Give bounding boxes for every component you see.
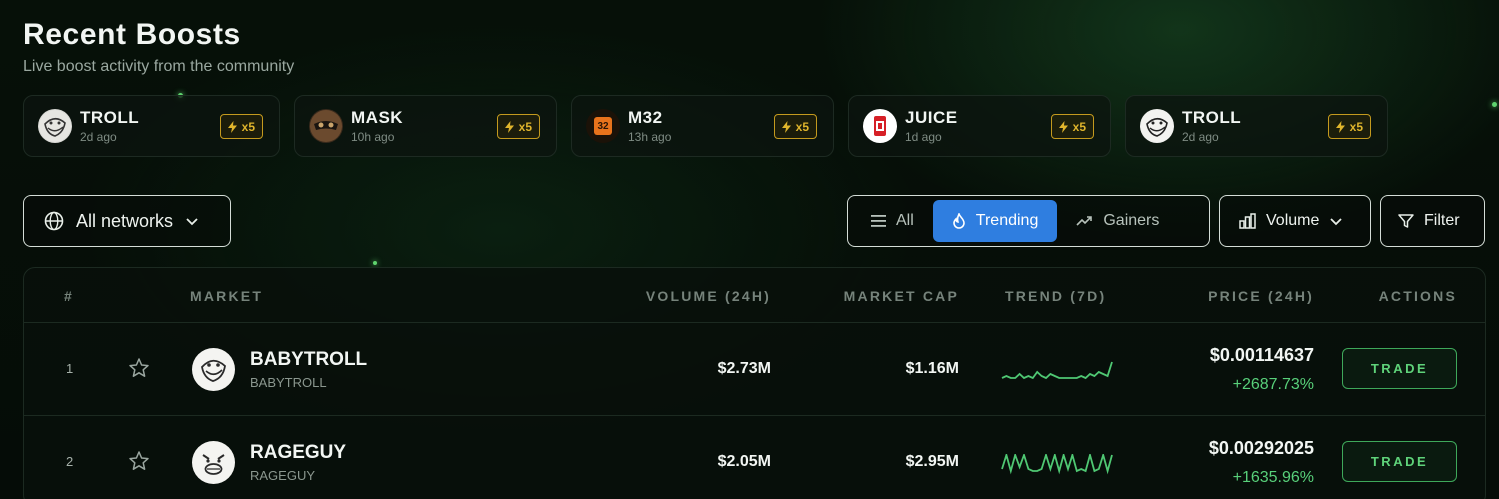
boost-time: 1d ago (905, 130, 942, 144)
trending-up-icon (1076, 216, 1093, 226)
column-header-actions: ACTIONS (1378, 288, 1457, 304)
lightning-icon (227, 120, 237, 133)
page-subtitle: Live boost activity from the community (23, 58, 295, 75)
tab-trending[interactable]: Trending (932, 200, 1058, 242)
column-header-market-cap[interactable]: MARKET CAP (844, 288, 959, 304)
boost-symbol: M32 (628, 108, 663, 127)
glow-dot (373, 261, 377, 265)
boost-symbol: TROLL (1182, 108, 1242, 127)
sort-selector-label: Volume (1266, 212, 1320, 229)
boost-symbol: MASK (351, 108, 404, 127)
table-header: # MARKET VOLUME (24H) MARKET CAP TREND (… (24, 268, 1485, 323)
controls-bar: All networks All Trending Gainers Volume… (23, 195, 1485, 247)
boost-time: 13h ago (628, 130, 672, 144)
price-value: $0.00292025 (1208, 438, 1314, 458)
tab-trending-label: Trending (975, 212, 1039, 229)
boost-symbol: TROLL (80, 108, 140, 127)
boost-multiplier: x5 (241, 119, 255, 134)
trade-button[interactable]: TRADE (1342, 348, 1457, 389)
sort-selector[interactable]: Volume (1219, 195, 1371, 247)
m32-icon-text: 32 (594, 117, 612, 135)
market-cap-value: $1.16M (905, 360, 959, 377)
troll-face-icon (1140, 109, 1174, 143)
avatar (192, 441, 235, 484)
boost-multiplier-badge: x5 (219, 114, 263, 139)
markets-table: # MARKET VOLUME (24H) MARKET CAP TREND (… (23, 267, 1486, 499)
network-selector[interactable]: All networks (23, 195, 231, 247)
mask-icon (309, 109, 343, 143)
boost-symbol: JUICE (905, 108, 958, 127)
chevron-down-icon (186, 218, 198, 226)
boost-multiplier: x5 (1349, 119, 1363, 134)
lightning-icon (1058, 120, 1068, 133)
boost-card-mask[interactable]: MASK 10h ago x5 (294, 95, 557, 157)
column-header-trend: TREND (7D) (1005, 288, 1107, 304)
globe-icon (44, 211, 64, 231)
row-rank: 1 (66, 361, 74, 376)
price-change: +1635.96% (1232, 469, 1314, 486)
filter-icon (1398, 214, 1414, 228)
recent-boosts-strip: TROLL 2d ago x5 MASK 10h ago x5 32 M32 1… (23, 95, 1388, 157)
view-tabs: All Trending Gainers (847, 195, 1210, 247)
column-header-market: MARKET (190, 288, 264, 304)
boost-time: 2d ago (1182, 130, 1219, 144)
volume-value: $2.05M (717, 453, 771, 470)
lightning-icon (1335, 120, 1345, 133)
boost-multiplier-badge: x5 (1327, 114, 1371, 139)
column-header-price[interactable]: PRICE (24H) (1208, 288, 1314, 304)
table-row[interactable]: 2 RAGEGUY RAGEGUY $2.05M $2.95M $0.00292… (24, 416, 1485, 499)
boost-multiplier: x5 (518, 119, 532, 134)
bar-chart-icon (1239, 213, 1256, 229)
column-header-volume[interactable]: VOLUME (24H) (646, 288, 771, 304)
table-row[interactable]: 1 BABYTROLL BABYTROLL $2.73M $1.16M $0.0… (24, 323, 1485, 416)
market-name[interactable]: BABYTROLL (250, 349, 367, 371)
tab-all-label: All (896, 212, 914, 229)
chevron-down-icon (1330, 218, 1343, 226)
flame-icon (952, 213, 965, 229)
boost-multiplier-badge: x5 (496, 114, 540, 139)
boost-card-troll-2[interactable]: TROLL 2d ago x5 (1125, 95, 1388, 157)
avatar (192, 348, 235, 391)
boost-multiplier-badge: x5 (773, 114, 817, 139)
star-icon[interactable] (128, 450, 150, 477)
boost-multiplier: x5 (1072, 119, 1086, 134)
m32-icon: 32 (586, 109, 620, 143)
boost-card-m32[interactable]: 32 M32 13h ago x5 (571, 95, 834, 157)
tab-gainers[interactable]: Gainers (1057, 200, 1178, 242)
price-value: $0.00114637 (1209, 345, 1314, 365)
market-symbol: RAGEGUY (250, 468, 316, 483)
row-rank: 2 (66, 454, 74, 469)
list-icon (871, 215, 886, 227)
tab-gainers-label: Gainers (1103, 212, 1160, 229)
troll-face-icon (38, 109, 72, 143)
boost-time: 10h ago (351, 130, 395, 144)
trend-sparkline (1001, 454, 1113, 475)
lightning-icon (504, 120, 514, 133)
filter-button[interactable]: Filter (1380, 195, 1485, 247)
column-header-rank: # (64, 288, 74, 304)
filter-button-label: Filter (1424, 212, 1460, 229)
juice-can-icon (863, 109, 897, 143)
trade-button[interactable]: TRADE (1342, 441, 1457, 482)
star-icon[interactable] (128, 357, 150, 384)
boost-time: 2d ago (80, 130, 117, 144)
boost-multiplier: x5 (795, 119, 809, 134)
market-cap-value: $2.95M (905, 453, 959, 470)
network-selector-label: All networks (76, 210, 174, 231)
lightning-icon (781, 120, 791, 133)
boost-multiplier-badge: x5 (1050, 114, 1094, 139)
market-name[interactable]: RAGEGUY (250, 442, 346, 464)
volume-value: $2.73M (717, 360, 771, 377)
boost-card-troll[interactable]: TROLL 2d ago x5 (23, 95, 280, 157)
market-symbol: BABYTROLL (250, 375, 327, 390)
glow-dot (1492, 102, 1497, 107)
tab-all[interactable]: All (852, 200, 933, 242)
page-title: Recent Boosts (23, 18, 241, 51)
boost-card-juice[interactable]: JUICE 1d ago x5 (848, 95, 1111, 157)
trend-sparkline (1001, 361, 1113, 380)
price-change: +2687.73% (1232, 376, 1314, 393)
page-header: Recent Boosts Live boost activity from t… (23, 18, 294, 76)
